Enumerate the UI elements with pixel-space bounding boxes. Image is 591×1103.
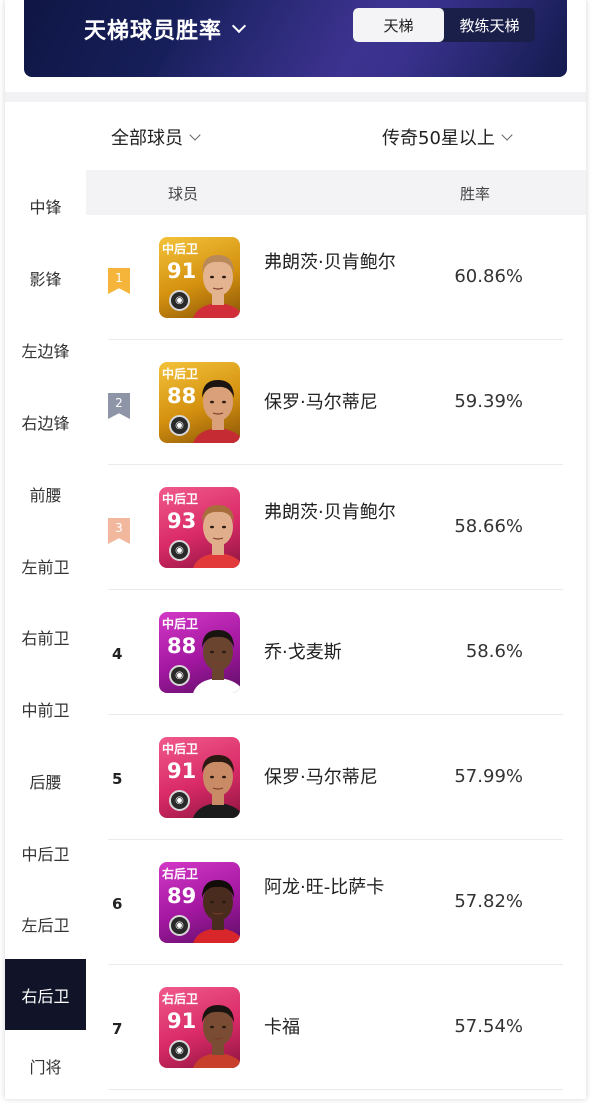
player-scope-label: 全部球员 (111, 128, 183, 149)
chevron-down-icon (189, 128, 201, 141)
player-card[interactable]: 中后卫 93 ◉ (159, 487, 240, 568)
row-divider (108, 1089, 563, 1090)
player-portrait-icon (193, 1005, 240, 1068)
card-rating: 89 (167, 884, 197, 908)
player-portrait-icon (193, 630, 240, 693)
card-position: 右后卫 (162, 867, 199, 881)
chevron-down-icon (501, 128, 513, 141)
card-emblem-icon: ◉ (169, 790, 190, 811)
card-rating: 91 (167, 259, 197, 283)
win-rate-value: 58.66% (454, 516, 523, 537)
card-emblem-icon: ◉ (169, 540, 190, 561)
table-header: 球员 胜率 (86, 170, 586, 215)
sidebar-item-gk[interactable]: 门将 (5, 1030, 86, 1099)
card-emblem-icon: ◉ (169, 290, 190, 311)
column-header-win-rate: 胜率 (460, 185, 491, 203)
chevron-down-icon (231, 18, 247, 34)
page-title: 天梯球员胜率 (84, 19, 223, 44)
table-row[interactable]: 5 中后卫 91 ◉ 保罗·马尔蒂尼 57.99% (86, 715, 586, 840)
win-rate-value: 57.82% (454, 891, 523, 912)
rank-ribbon-badge: 1 (108, 268, 130, 294)
app-frame: 天梯球员胜率 天梯 教练天梯 全部球员 传奇50星以上 中锋 影锋 左边锋 右边… (5, 0, 586, 1099)
card-rating: 91 (167, 1009, 197, 1033)
player-name: 弗朗茨·贝肯鲍尔 (264, 252, 396, 273)
card-position: 中后卫 (162, 617, 199, 631)
player-card[interactable]: 中后卫 91 ◉ (159, 737, 240, 818)
table-row[interactable]: 1 中后卫 91 ◉ 弗朗茨·贝肯鲍尔 60.86% (86, 215, 586, 340)
table-row[interactable]: 3 中后卫 93 ◉ 弗朗茨·贝肯鲍尔 58.66% (86, 465, 586, 590)
card-emblem-icon: ◉ (169, 665, 190, 686)
rank-number: 6 (112, 895, 123, 913)
player-card[interactable]: 右后卫 91 ◉ (159, 987, 240, 1068)
tab-coach-ladder[interactable]: 教练天梯 (444, 8, 535, 42)
card-position: 右后卫 (162, 992, 199, 1006)
player-scope-filter[interactable]: 全部球员 (111, 124, 201, 150)
table-row[interactable]: 6 右后卫 89 ◉ 阿龙·旺-比萨卡 57.82% (86, 840, 586, 965)
sidebar-item-cmf[interactable]: 中前卫 (5, 673, 86, 744)
card-position: 中后卫 (162, 242, 199, 256)
mode-toggle: 天梯 教练天梯 (353, 8, 535, 42)
player-portrait-icon (193, 380, 240, 443)
card-rating: 88 (167, 384, 197, 408)
card-rating: 88 (167, 634, 197, 658)
header-banner: 天梯球员胜率 天梯 教练天梯 (24, 0, 567, 77)
sidebar-item-cb[interactable]: 中后卫 (5, 817, 86, 888)
sidebar-item-ss[interactable]: 影锋 (5, 242, 86, 313)
sidebar-item-lmf[interactable]: 左前卫 (5, 530, 86, 601)
position-sidebar: 中锋 影锋 左边锋 右边锋 前腰 左前卫 右前卫 中前卫 后腰 中后卫 左后卫 … (5, 170, 86, 1099)
win-rate-value: 57.54% (454, 1016, 523, 1037)
rank-number: 7 (112, 1020, 123, 1038)
player-name: 阿龙·旺-比萨卡 (264, 877, 385, 898)
sidebar-item-dmf[interactable]: 后腰 (5, 745, 86, 816)
player-card[interactable]: 中后卫 91 ◉ (159, 237, 240, 318)
rank-ribbon-badge: 2 (108, 393, 130, 419)
card-rating: 91 (167, 759, 197, 783)
rank-number: 5 (112, 770, 123, 788)
card-level-label: 传奇50星以上 (382, 128, 495, 149)
player-portrait-icon (193, 880, 240, 943)
card-position: 中后卫 (162, 367, 199, 381)
player-portrait-icon (193, 755, 240, 818)
table-row[interactable]: 2 中后卫 88 ◉ 保罗·马尔蒂尼 59.39% (86, 340, 586, 465)
sidebar-item-rb[interactable]: 右后卫 (5, 959, 86, 1030)
card-emblem-icon: ◉ (169, 1040, 190, 1061)
rank-ribbon-badge: 3 (108, 518, 130, 544)
table-row[interactable]: 7 右后卫 91 ◉ 卡福 57.54% (86, 965, 586, 1090)
win-rate-value: 58.6% (465, 641, 523, 662)
player-card[interactable]: 中后卫 88 ◉ (159, 362, 240, 443)
card-level-filter[interactable]: 传奇50星以上 (382, 124, 513, 150)
card-emblem-icon: ◉ (169, 415, 190, 436)
card-emblem-icon: ◉ (169, 915, 190, 936)
card-position: 中后卫 (162, 492, 199, 506)
card-position: 中后卫 (162, 742, 199, 756)
sidebar-item-lwf[interactable]: 左边锋 (5, 314, 86, 385)
page-title-dropdown[interactable]: 天梯球员胜率 (84, 13, 247, 45)
sidebar-item-cf[interactable]: 中锋 (5, 170, 86, 241)
sidebar-item-rmf[interactable]: 右前卫 (5, 601, 86, 672)
player-name: 保罗·马尔蒂尼 (264, 392, 378, 413)
column-header-player: 球员 (168, 185, 199, 203)
player-name: 卡福 (264, 1017, 300, 1038)
player-card[interactable]: 中后卫 88 ◉ (159, 612, 240, 693)
table-row[interactable]: 4 中后卫 88 ◉ 乔·戈麦斯 58.6% (86, 590, 586, 715)
rank-number: 4 (112, 645, 123, 663)
player-name: 乔·戈麦斯 (264, 642, 342, 663)
win-rate-value: 59.39% (454, 391, 523, 412)
sidebar-item-amf[interactable]: 前腰 (5, 458, 86, 529)
sidebar-item-lb[interactable]: 左后卫 (5, 888, 86, 959)
win-rate-value: 60.86% (454, 266, 523, 287)
tab-ladder[interactable]: 天梯 (353, 8, 444, 42)
section-divider (5, 92, 586, 102)
player-portrait-icon (193, 255, 240, 318)
player-portrait-icon (193, 505, 240, 568)
sidebar-item-rwf[interactable]: 右边锋 (5, 386, 86, 457)
player-card[interactable]: 右后卫 89 ◉ (159, 862, 240, 943)
player-name: 弗朗茨·贝肯鲍尔 (264, 502, 396, 523)
card-rating: 93 (167, 509, 197, 533)
win-rate-value: 57.99% (454, 766, 523, 787)
player-name: 保罗·马尔蒂尼 (264, 767, 378, 788)
